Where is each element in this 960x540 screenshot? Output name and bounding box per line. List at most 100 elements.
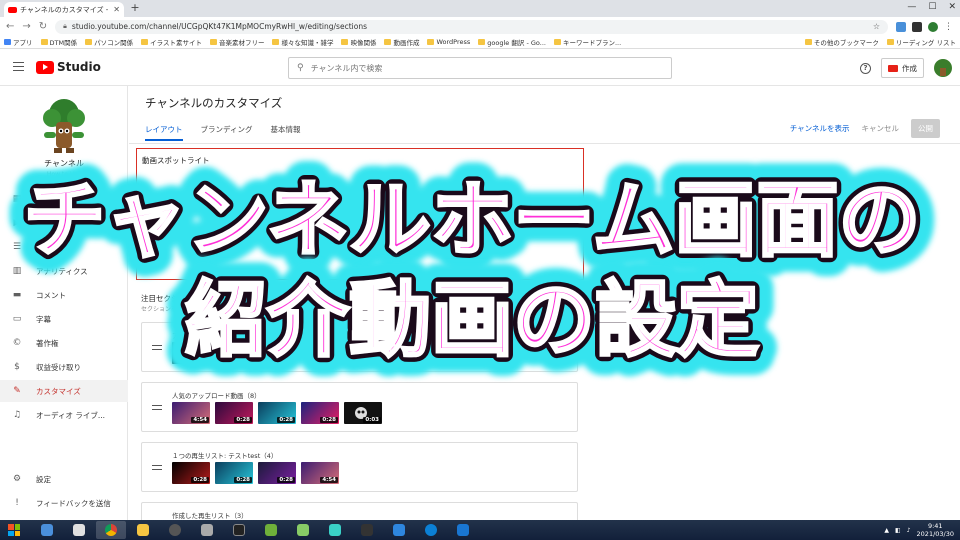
sidebar-item-customize[interactable]: ✎ カスタマイズ: [0, 380, 128, 402]
bookmark-item[interactable]: WordPress: [427, 38, 470, 46]
reload-icon[interactable]: ↻: [39, 21, 47, 32]
new-tab-button[interactable]: +: [128, 2, 142, 15]
clock-time: 9:41: [927, 522, 943, 530]
bookmark-item[interactable]: キーワードプラン...: [553, 37, 621, 47]
search-box[interactable]: ⚲: [288, 57, 672, 79]
maximize-icon[interactable]: ☐: [928, 2, 936, 12]
taskbar-app-tool[interactable]: [288, 521, 318, 539]
start-button[interactable]: [0, 520, 28, 540]
bookmark-item[interactable]: 動画作成: [384, 37, 419, 47]
taskbar-app-chrome[interactable]: [96, 521, 126, 539]
video-thumbnail[interactable]: 4:54: [301, 462, 339, 484]
studio-wordmark: Studio: [57, 60, 101, 74]
channel-avatar-tree-icon[interactable]: [38, 98, 90, 154]
extension-icon[interactable]: [912, 21, 922, 32]
taskbar-app-media[interactable]: [64, 521, 94, 539]
minimize-icon[interactable]: —: [907, 2, 916, 12]
folder-icon: [886, 39, 894, 45]
close-window-icon[interactable]: ✕: [948, 2, 956, 12]
drag-handle-icon[interactable]: [152, 345, 162, 350]
bookmark-item[interactable]: DTM関係: [40, 37, 77, 47]
sidebar-item-audio-library[interactable]: ♫ オーディオ ライブ...: [0, 404, 128, 426]
section-card-popular-uploads[interactable]: 人気のアップロード動画（8） 4:54 0:28 0:28 0:28 0:03: [141, 382, 578, 432]
video-thumbnail[interactable]: 0:28: [215, 462, 253, 484]
taskbar-app-folder[interactable]: [128, 521, 158, 539]
main-top-bar: チャンネルのカスタマイズ レイアウト ブランディング 基本情報 チャンネルを表示…: [129, 86, 960, 144]
back-icon[interactable]: ←: [6, 21, 14, 32]
section-card-single-playlist[interactable]: １つの再生リスト: テストtest（4） 0:28 0:28 0:28 4:54: [141, 442, 578, 492]
channel-subtitle: How to Use: [46, 171, 82, 178]
extension-icon[interactable]: [928, 21, 938, 32]
taskbar-app-movie[interactable]: [352, 521, 382, 539]
sidebar-item-comments[interactable]: ▬ コメント: [0, 284, 128, 306]
tab-basic-info[interactable]: 基本情報: [270, 124, 300, 141]
extension-icon[interactable]: [896, 21, 906, 32]
taskbar-app-editor[interactable]: [256, 521, 286, 539]
tray-notification-icon[interactable]: ▲: [884, 527, 889, 534]
taskbar-app-photos[interactable]: [384, 521, 414, 539]
publish-button[interactable]: 公開: [911, 119, 940, 138]
section-title: １つの再生リスト: テストtest（4）: [172, 452, 278, 460]
bookmark-star-icon[interactable]: ☆: [873, 22, 880, 31]
tab-branding[interactable]: ブランディング: [201, 124, 253, 141]
sidebar-item-subtitles[interactable]: ▭ 字幕: [0, 308, 128, 330]
video-thumbnail[interactable]: 0:03: [344, 402, 382, 424]
bookmark-item[interactable]: リーディング リスト: [886, 37, 956, 47]
taskbar-app-explorer[interactable]: [32, 521, 62, 539]
cancel-button[interactable]: キャンセル: [862, 123, 900, 134]
video-thumbnail[interactable]: 0:28: [258, 462, 296, 484]
video-thumbnail[interactable]: 0:: [172, 342, 210, 364]
video-thumbnail[interactable]: 0:28: [172, 462, 210, 484]
menu-dots-icon[interactable]: ⋮: [944, 22, 954, 32]
section-card-uploads[interactable]: アップロ... 0:: [141, 322, 578, 372]
tab-layout[interactable]: レイアウト: [145, 124, 183, 141]
hamburger-menu-icon[interactable]: [13, 62, 24, 71]
taskbar-app-edge[interactable]: [416, 521, 446, 539]
create-button[interactable]: 作成: [881, 58, 924, 78]
section-title: 人気のアップロード動画（8）: [172, 392, 261, 400]
taskbar-app-mail[interactable]: [448, 521, 478, 539]
search-input[interactable]: [310, 63, 663, 73]
sidebar-item-monetization[interactable]: $ 収益受け取り: [0, 356, 128, 378]
sidebar-item-analytics[interactable]: ▥ アナリティクス: [0, 260, 128, 282]
video-thumbnail[interactable]: 0:28: [215, 402, 253, 424]
bookmark-item[interactable]: 映像関係: [341, 37, 376, 47]
sidebar-item-playlists[interactable]: ☰ 再生リスト: [0, 236, 128, 258]
help-icon[interactable]: ?: [860, 62, 871, 74]
taskbar-app-obs[interactable]: [160, 521, 190, 539]
bookmark-item[interactable]: アプリ: [4, 37, 33, 47]
taskbar-clock[interactable]: 9:41 2021/03/30: [917, 522, 954, 538]
close-tab-icon[interactable]: ✕: [113, 5, 120, 14]
avatar[interactable]: [934, 59, 952, 77]
sidebar-item-feedback[interactable]: ! フィードバックを送信: [0, 492, 128, 514]
sidebar-item-content[interactable]: ▶ コンテンツ: [0, 212, 128, 234]
taskbar-app-daw[interactable]: [224, 521, 254, 539]
tray-volume-icon[interactable]: ♪: [907, 527, 911, 534]
taskbar-app-vocaloid[interactable]: [320, 521, 350, 539]
main-area: チャンネルのカスタマイズ レイアウト ブランディング 基本情報 チャンネルを表示…: [129, 86, 960, 532]
omnibox[interactable]: 🔒︎ studio.youtube.com/channel/UCGpQKt47K…: [55, 19, 888, 34]
video-thumbnail[interactable]: 0:28: [301, 402, 339, 424]
view-channel-link[interactable]: チャンネルを表示: [790, 123, 850, 134]
sidebar-item-dashboard[interactable]: ▦ ダッシュボード: [0, 188, 128, 210]
bookmark-item[interactable]: イラスト素サイト: [141, 37, 202, 47]
tray-network-icon[interactable]: ◧: [895, 527, 901, 534]
drag-handle-icon[interactable]: [152, 405, 162, 410]
browser-tab[interactable]: チャンネルのカスタマイズ - YouTube ✕: [4, 2, 124, 17]
monetization-icon: $: [14, 362, 20, 372]
video-thumbnail[interactable]: 0:28: [258, 402, 296, 424]
video-thumbnail[interactable]: 4:54: [172, 402, 210, 424]
taskbar-app-music[interactable]: [192, 521, 222, 539]
bookmark-item[interactable]: 音楽素材フリー: [209, 37, 264, 47]
sidebar-item-label: カスタマイズ: [36, 386, 81, 396]
bookmark-item[interactable]: その他のブックマーク: [804, 37, 879, 47]
windows-logo-icon: [8, 524, 20, 536]
bookmark-item[interactable]: パソコン関係: [85, 37, 133, 47]
bookmark-item[interactable]: 様々な知識・雑学: [272, 37, 333, 47]
bookmark-item[interactable]: google 翻訳 - Go...: [478, 37, 546, 47]
sidebar-item-settings[interactable]: ⚙ 設定: [0, 468, 128, 490]
drag-handle-icon[interactable]: [152, 465, 162, 470]
forward-icon[interactable]: →: [22, 21, 30, 32]
studio-logo[interactable]: Studio: [36, 60, 101, 74]
sidebar-item-copyright[interactable]: © 著作権: [0, 332, 128, 354]
